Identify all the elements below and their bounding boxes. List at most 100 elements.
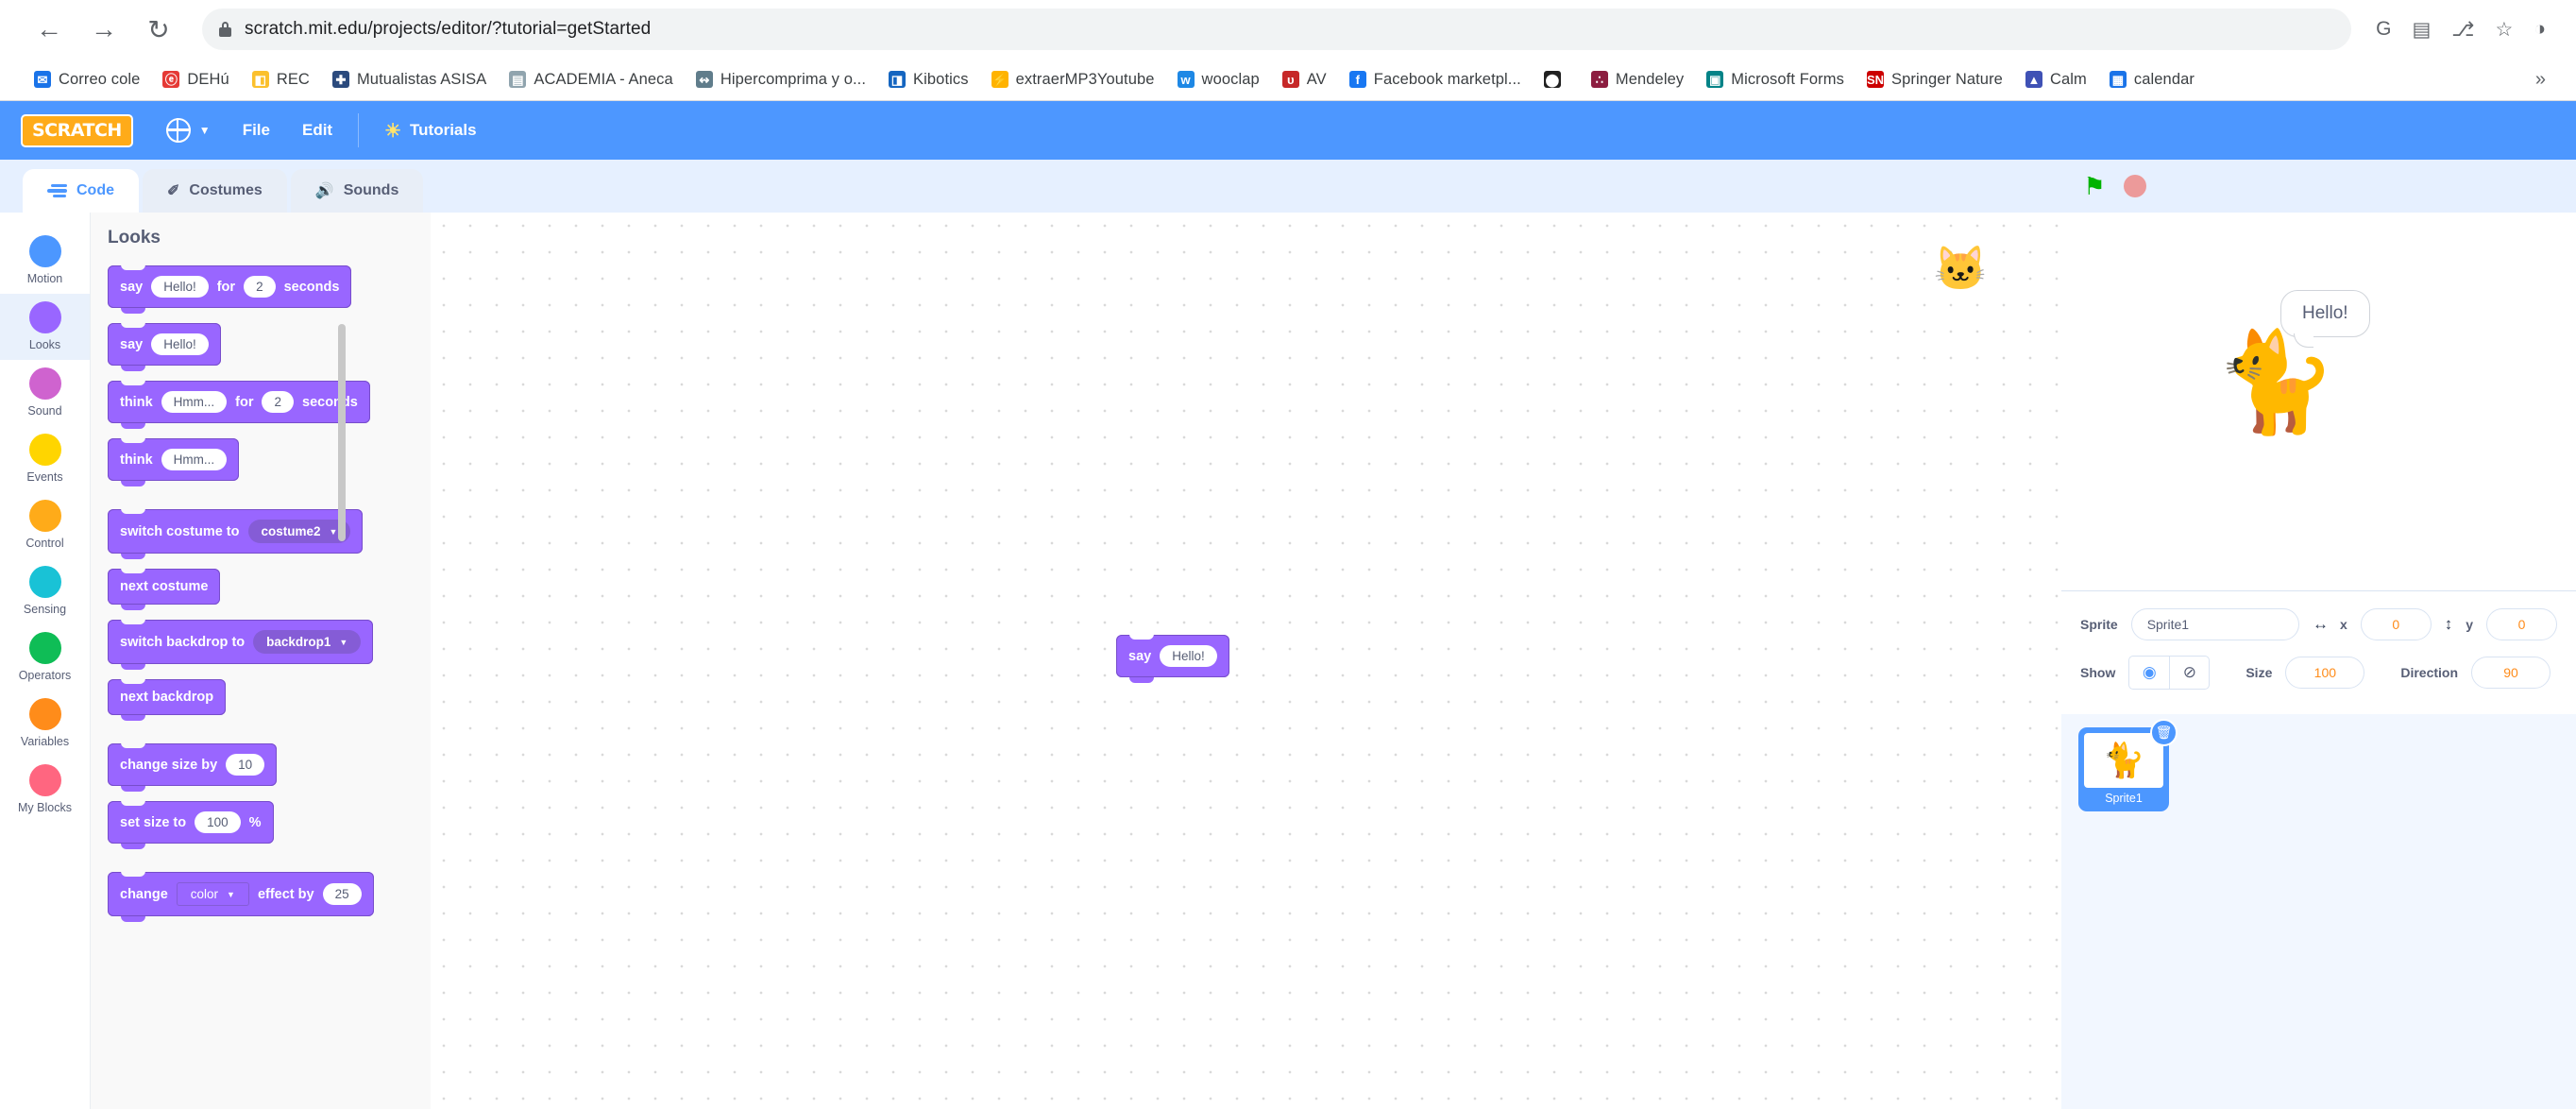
- bookmark-item[interactable]: SN Springer Nature: [1856, 66, 2014, 94]
- show-hidden-icon[interactable]: ⊘: [2169, 657, 2209, 689]
- scratch-logo[interactable]: SCRATCH: [21, 113, 133, 147]
- bookmark-item[interactable]: f Facebook marketpl...: [1338, 66, 1533, 94]
- say-block-input[interactable]: Hello!: [1160, 645, 1217, 667]
- bookmark-item[interactable]: ⬤: [1533, 66, 1580, 93]
- category-my-blocks[interactable]: My Blocks: [0, 757, 90, 823]
- extensions-icon[interactable]: ▤: [2412, 18, 2431, 42]
- palette-block[interactable]: set size to 100%: [108, 800, 274, 849]
- block-dropdown[interactable]: backdrop1 ▼: [253, 630, 362, 654]
- bookmark-label: extraerMP3Youtube: [1015, 70, 1155, 88]
- menu-file[interactable]: File: [227, 101, 286, 160]
- category-events[interactable]: Events: [0, 426, 90, 492]
- category-operators[interactable]: Operators: [0, 624, 90, 691]
- stage[interactable]: Hello! 🐈: [2061, 213, 2576, 590]
- block-text: effect by: [257, 886, 314, 902]
- x-input[interactable]: 0: [2360, 608, 2432, 640]
- palette-block[interactable]: think Hmm... for 2 seconds: [108, 380, 370, 429]
- bookmark-item[interactable]: ◨ Kibotics: [877, 66, 980, 94]
- block-input-oval[interactable]: 100: [195, 811, 241, 833]
- block-palette[interactable]: Looks say Hello! for 2 seconds say Hello! think…: [91, 213, 431, 1109]
- editor-tab-strip: Code ✐ Costumes 🔊 Sounds: [0, 160, 2061, 213]
- bookmark-item[interactable]: ✉ Correo cole: [23, 66, 151, 94]
- code-workspace[interactable]: say Hello! 🐱: [431, 213, 2061, 1109]
- category-control[interactable]: Control: [0, 492, 90, 558]
- bookmark-item[interactable]: ∴ Mendeley: [1580, 66, 1695, 94]
- palette-block[interactable]: change size by 10: [108, 742, 278, 792]
- bookmark-item[interactable]: ↭ Hipercomprima y o...: [685, 66, 877, 94]
- show-visible-icon[interactable]: ◉: [2129, 657, 2169, 689]
- block-dropdown[interactable]: costume2 ▼: [247, 520, 351, 543]
- direction-input[interactable]: 90: [2471, 657, 2551, 689]
- sprite-card-sprite1[interactable]: 🐈 Sprite1 🗑: [2080, 719, 2178, 810]
- palette-block[interactable]: think Hmm...: [108, 437, 240, 486]
- bookmark-item[interactable]: w wooclap: [1166, 66, 1271, 94]
- chevron-down-icon: ▼: [329, 526, 338, 537]
- block-input-oval[interactable]: Hello!: [151, 276, 209, 298]
- menu-edit[interactable]: Edit: [286, 101, 348, 160]
- show-label: Show: [2080, 665, 2116, 680]
- stop-button-icon[interactable]: [2124, 175, 2146, 197]
- category-sound[interactable]: Sound: [0, 360, 90, 426]
- category-sensing[interactable]: Sensing: [0, 558, 90, 624]
- palette-scrollbar[interactable]: [338, 324, 346, 541]
- category-motion[interactable]: Motion: [0, 228, 90, 294]
- block-input-oval[interactable]: Hello!: [151, 333, 209, 355]
- bookmark-item[interactable]: ✚ Mutualistas ASISA: [321, 66, 498, 94]
- show-toggle[interactable]: ◉ ⊘: [2128, 656, 2211, 690]
- trash-icon[interactable]: 🗑: [2150, 719, 2178, 746]
- bookmark-favicon-icon: ↭: [695, 71, 713, 88]
- category-color-dot: [28, 500, 61, 532]
- bookmarks-overflow-button[interactable]: »: [2528, 69, 2553, 91]
- stage-sprite-cat-icon[interactable]: 🐈: [2214, 333, 2337, 432]
- forward-button[interactable]: →: [79, 5, 128, 54]
- category-variables[interactable]: Variables: [0, 691, 90, 757]
- stage-column: ⚑ Hello! 🐈 Sprite Sprite1 ↔ x 0 ↕ y 0 Sh…: [2061, 160, 2576, 1109]
- sprite-info-row-1: Sprite Sprite1 ↔ x 0 ↕ y 0: [2080, 608, 2557, 640]
- block-input-oval[interactable]: Hmm...: [161, 391, 228, 413]
- y-input[interactable]: 0: [2486, 608, 2557, 640]
- palette-block[interactable]: change color ▼ effect by 25: [108, 871, 374, 922]
- bookmark-item[interactable]: ⚡ extraerMP3Youtube: [980, 66, 1166, 94]
- workspace-say-block[interactable]: say Hello!: [1116, 634, 1229, 683]
- bookmark-item[interactable]: ⓔ DEHú: [151, 66, 240, 94]
- language-menu[interactable]: ▼: [150, 101, 227, 160]
- block-input-oval[interactable]: Hmm...: [161, 449, 228, 470]
- tab-code[interactable]: Code: [23, 169, 139, 213]
- palette-block[interactable]: switch costume to costume2 ▼: [108, 508, 364, 559]
- size-input[interactable]: 100: [2285, 657, 2365, 689]
- reload-button[interactable]: ↻: [134, 5, 183, 54]
- tab-sounds[interactable]: 🔊 Sounds: [290, 169, 424, 213]
- bookmark-label: REC: [276, 70, 310, 88]
- block-input-oval[interactable]: 2: [262, 391, 294, 413]
- palette-block[interactable]: say Hello!: [108, 322, 221, 371]
- category-looks[interactable]: Looks: [0, 294, 90, 360]
- google-account-icon[interactable]: G: [2376, 18, 2391, 41]
- block-input-oval[interactable]: 25: [322, 883, 362, 905]
- block-input-oval[interactable]: 10: [226, 754, 265, 776]
- bookmark-item[interactable]: ◧ REC: [241, 66, 321, 94]
- bookmark-item[interactable]: ᴜ AV: [1271, 66, 1338, 94]
- bookmark-item[interactable]: ▤ ACADEMIA - Aneca: [498, 66, 684, 94]
- tab-costumes[interactable]: ✐ Costumes: [143, 169, 287, 213]
- bookmark-star-icon[interactable]: ☆: [2495, 18, 2513, 42]
- omnibox-actions: G ▤ ⎇ ☆ ◑: [2376, 18, 2551, 42]
- palette-block[interactable]: switch backdrop to backdrop1 ▼: [108, 619, 374, 670]
- palette-block[interactable]: say Hello! for 2 seconds: [108, 264, 352, 314]
- scratch-menu-bar: SCRATCH ▼ File Edit ☀ Tutorials: [0, 101, 2576, 160]
- share-icon[interactable]: ⎇: [2451, 18, 2474, 42]
- bookmark-item[interactable]: ▣ Microsoft Forms: [1695, 66, 1856, 94]
- address-bar[interactable]: scratch.mit.edu/projects/editor/?tutoria…: [202, 9, 2352, 50]
- palette-block[interactable]: next backdrop: [108, 678, 227, 721]
- sprite-name-input[interactable]: Sprite1: [2130, 608, 2299, 640]
- block-dropdown-box[interactable]: color ▼: [176, 882, 249, 906]
- say-block[interactable]: say Hello!: [1116, 634, 1229, 683]
- menu-tutorials[interactable]: ☀ Tutorials: [368, 101, 492, 160]
- bookmark-item[interactable]: ▦ calendar: [2098, 66, 2206, 94]
- green-flag-icon[interactable]: ⚑: [2082, 174, 2107, 198]
- bookmark-item[interactable]: ▲ Calm: [2014, 66, 2098, 94]
- sprite-list-pane[interactable]: 🐈 Sprite1 🗑: [2061, 714, 2576, 1109]
- back-button[interactable]: ←: [25, 5, 74, 54]
- palette-block[interactable]: next costume: [108, 568, 221, 610]
- profile-icon[interactable]: ◑: [2534, 18, 2546, 41]
- block-input-oval[interactable]: 2: [244, 276, 276, 298]
